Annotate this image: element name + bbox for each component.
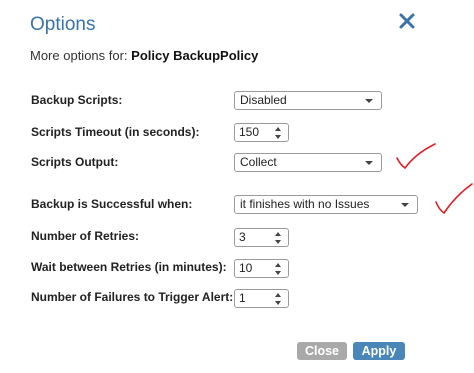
dialog-subtitle: More options for: Policy BackupPolicy — [30, 48, 258, 63]
spinner-down-icon[interactable] — [275, 135, 281, 139]
spinner-up-icon[interactable] — [275, 232, 281, 236]
spinner-arrows — [275, 292, 283, 306]
backup-scripts-select[interactable]: Disabled — [234, 91, 382, 110]
failures-to-alert-label: Number of Failures to Trigger Alert: — [31, 290, 234, 304]
checkmark-icon — [396, 143, 436, 170]
scripts-timeout-input[interactable]: 150 — [234, 123, 289, 142]
wait-between-retries-value: 10 — [239, 261, 253, 275]
spinner-arrows — [275, 231, 283, 245]
number-of-retries-label: Number of Retries: — [31, 229, 140, 243]
chevron-down-icon — [401, 203, 409, 207]
checkmark-icon — [435, 183, 473, 215]
spinner-arrows — [275, 262, 283, 276]
backup-scripts-value: Disabled — [240, 93, 287, 107]
scripts-timeout-value: 150 — [239, 125, 260, 139]
spinner-down-icon[interactable] — [275, 271, 281, 275]
apply-button[interactable]: Apply — [353, 342, 405, 360]
number-of-retries-value: 3 — [239, 230, 246, 244]
spinner-up-icon[interactable] — [275, 263, 281, 267]
number-of-retries-input[interactable]: 3 — [234, 228, 289, 247]
scripts-output-label: Scripts Output: — [31, 155, 119, 169]
close-button[interactable]: Close — [297, 342, 347, 360]
scripts-output-value: Collect — [240, 155, 277, 169]
chevron-down-icon — [365, 99, 373, 103]
wait-between-retries-label: Wait between Retries (in minutes): — [31, 260, 227, 274]
backup-successful-select[interactable]: it finishes with no Issues — [234, 195, 418, 214]
subtitle-prefix: More options for: — [30, 48, 128, 63]
spinner-arrows — [275, 126, 283, 140]
scripts-output-select[interactable]: Collect — [234, 153, 382, 172]
backup-successful-label: Backup is Successful when: — [31, 197, 193, 211]
options-dialog: Options More options for: Policy BackupP… — [0, 0, 474, 373]
chevron-down-icon — [365, 161, 373, 165]
spinner-down-icon[interactable] — [275, 240, 281, 244]
policy-name: Policy BackupPolicy — [131, 48, 259, 63]
failures-to-alert-input[interactable]: 1 — [234, 289, 289, 308]
spinner-up-icon[interactable] — [275, 127, 281, 131]
failures-to-alert-value: 1 — [239, 291, 246, 305]
spinner-up-icon[interactable] — [275, 293, 281, 297]
backup-successful-value: it finishes with no Issues — [240, 197, 370, 211]
backup-scripts-label: Backup Scripts: — [31, 93, 123, 107]
dialog-title: Options — [30, 14, 96, 35]
close-icon[interactable] — [398, 12, 416, 30]
scripts-timeout-label: Scripts Timeout (in seconds): — [31, 125, 200, 139]
spinner-down-icon[interactable] — [275, 301, 281, 305]
wait-between-retries-input[interactable]: 10 — [234, 259, 289, 278]
